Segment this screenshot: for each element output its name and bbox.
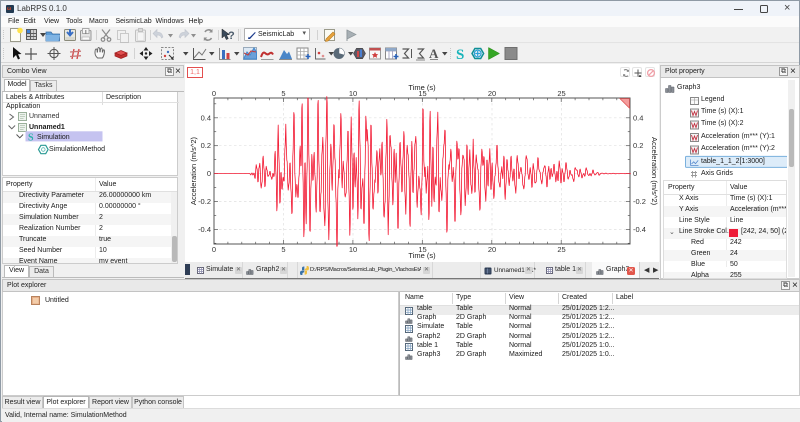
- svg-text:20: 20: [488, 245, 496, 254]
- svg-text:0: 0: [207, 169, 211, 178]
- svg-text:10: 10: [349, 89, 357, 98]
- svg-text:Acceleration (m/s^2): Acceleration (m/s^2): [189, 136, 198, 205]
- svg-text:-0.2: -0.2: [633, 197, 646, 206]
- svg-text:S: S: [456, 47, 464, 63]
- svg-text:0.2: 0.2: [633, 141, 643, 150]
- svg-text:-0.4: -0.4: [633, 225, 646, 234]
- svg-text:25: 25: [557, 245, 565, 254]
- svg-text:10: 10: [349, 245, 357, 254]
- svg-text:25: 25: [557, 89, 565, 98]
- svg-text:15: 15: [418, 89, 426, 98]
- svg-text:0.2: 0.2: [201, 141, 211, 150]
- svg-text:5: 5: [281, 89, 285, 98]
- svg-text:?: ?: [228, 30, 235, 42]
- svg-text:15: 15: [418, 245, 426, 254]
- svg-text:20: 20: [488, 89, 496, 98]
- svg-text:S: S: [28, 133, 34, 144]
- svg-text:-0.4: -0.4: [198, 225, 211, 234]
- svg-text:0.4: 0.4: [633, 113, 643, 122]
- svg-text:0.4: 0.4: [201, 113, 211, 122]
- svg-text:0: 0: [212, 89, 216, 98]
- svg-text:A: A: [429, 46, 439, 61]
- svg-text:0: 0: [633, 169, 637, 178]
- svg-text:Acceleration (m/s^2): Acceleration (m/s^2): [650, 137, 659, 206]
- svg-text:5: 5: [281, 245, 285, 254]
- svg-text:0: 0: [212, 245, 216, 254]
- svg-text:-0.2: -0.2: [198, 197, 211, 206]
